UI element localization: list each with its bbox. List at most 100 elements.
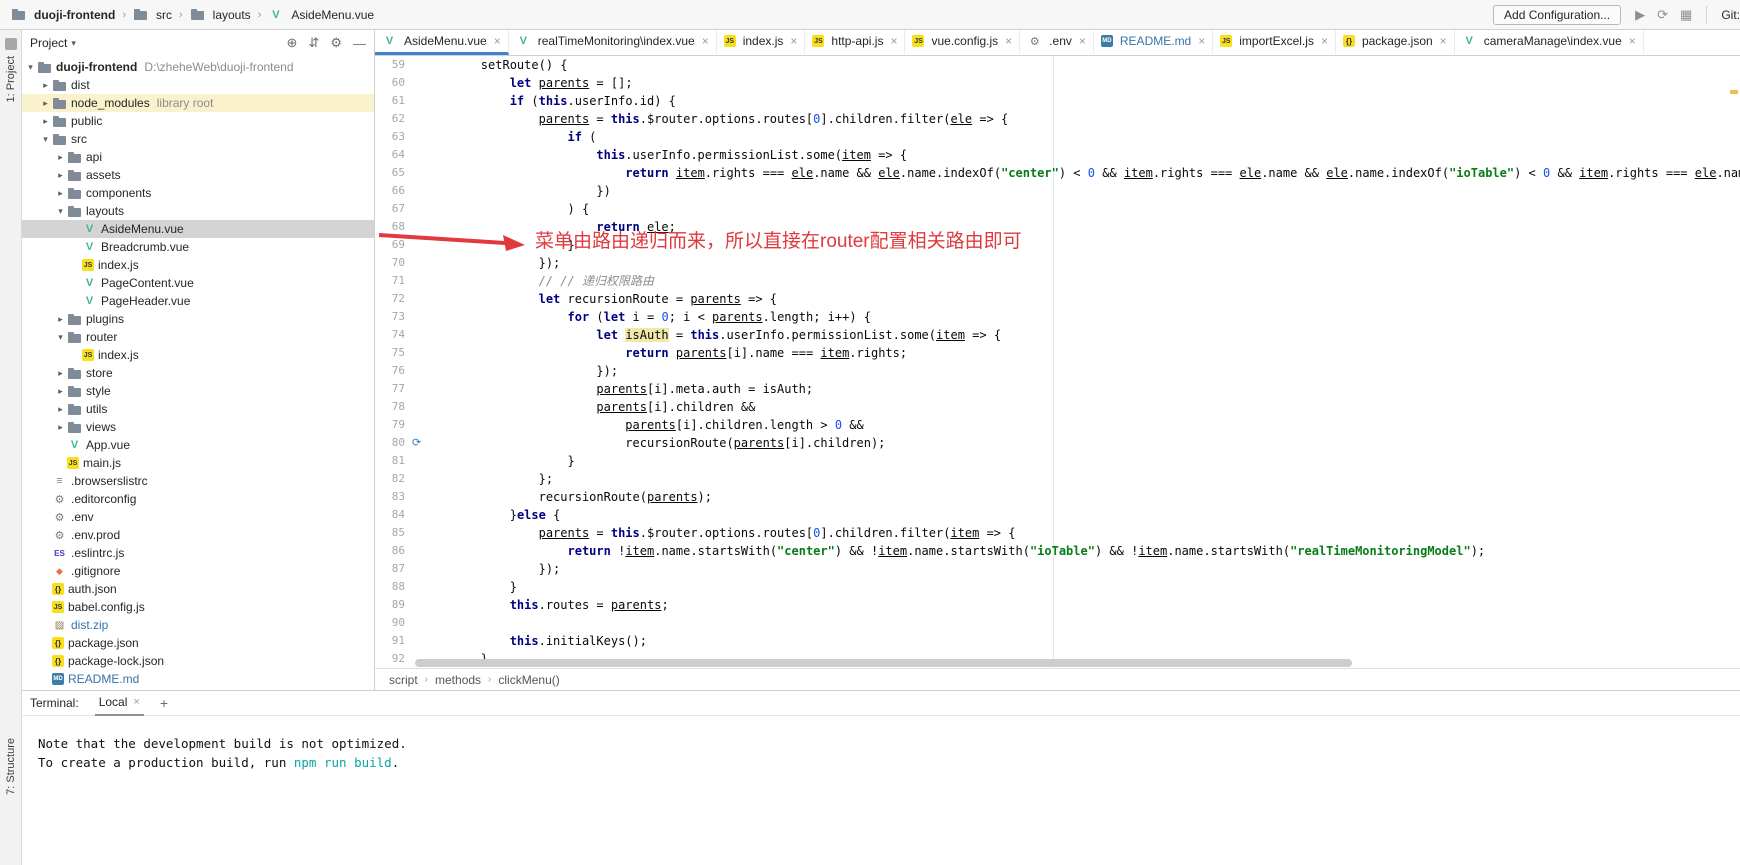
collapse-arrow-icon[interactable]: ▾ — [54, 206, 67, 217]
line-number[interactable]: 77 — [375, 380, 409, 398]
tree-item-main-js[interactable]: JSmain.js — [22, 454, 374, 472]
horizontal-scrollbar[interactable] — [415, 659, 1716, 667]
code-line-81[interactable]: 81 } — [375, 452, 1740, 470]
line-number[interactable]: 87 — [375, 560, 409, 578]
code-line-67[interactable]: 67 ) { — [375, 200, 1740, 218]
tree-item-index-js[interactable]: JSindex.js — [22, 256, 374, 274]
line-number[interactable]: 70 — [375, 254, 409, 272]
gear-icon[interactable]: ⚙ — [330, 35, 342, 51]
tree-item-plugins[interactable]: ▸plugins — [22, 310, 374, 328]
line-number[interactable]: 80 — [375, 434, 409, 452]
code-line-73[interactable]: 73 for (let i = 0; i < parents.length; i… — [375, 308, 1740, 326]
tree-item-pagecontent-vue[interactable]: VPageContent.vue — [22, 274, 374, 292]
tree-item-public[interactable]: ▸public — [22, 112, 374, 130]
tree-item-router[interactable]: ▾router — [22, 328, 374, 346]
code-line-82[interactable]: 82 }; — [375, 470, 1740, 488]
line-number[interactable]: 91 — [375, 632, 409, 650]
close-tab-icon[interactable]: × — [1079, 34, 1086, 48]
tree-item-pageheader-vue[interactable]: VPageHeader.vue — [22, 292, 374, 310]
tree-item-package-json[interactable]: {}package.json — [22, 634, 374, 652]
tree-item-eslintrc-js[interactable]: ES.eslintrc.js — [22, 544, 374, 562]
tree-item-auth-json[interactable]: {}auth.json — [22, 580, 374, 598]
breadcrumb-item-layouts[interactable]: layouts — [187, 7, 254, 23]
code-line-59[interactable]: 59 setRoute() { — [375, 56, 1740, 74]
close-tab-icon[interactable]: × — [1440, 34, 1447, 48]
editor-breadcrumb-script[interactable]: script — [389, 673, 418, 687]
line-number[interactable]: 75 — [375, 344, 409, 362]
code-line-74[interactable]: 74 let isAuth = this.userInfo.permission… — [375, 326, 1740, 344]
code-line-71[interactable]: 71 // // 递归权限路由 — [375, 272, 1740, 290]
tab-http-api-js[interactable]: JShttp-api.js× — [805, 30, 905, 55]
code-line-88[interactable]: 88 } — [375, 578, 1740, 596]
tree-item-store[interactable]: ▸store — [22, 364, 374, 382]
close-tab-icon[interactable]: × — [890, 34, 897, 48]
collapse-arrow-icon[interactable]: ▾ — [54, 332, 67, 343]
tree-item-browserslistrc[interactable]: ≡.browserslistrc — [22, 472, 374, 490]
code-line-85[interactable]: 85 parents = this.$router.options.routes… — [375, 524, 1740, 542]
tree-item-env-prod[interactable]: ⚙.env.prod — [22, 526, 374, 544]
warning-stripe-mark[interactable] — [1730, 90, 1738, 94]
code-line-79[interactable]: 79 parents[i].children.length > 0 && — [375, 416, 1740, 434]
line-number[interactable]: 72 — [375, 290, 409, 308]
editor[interactable]: 59 setRoute() {60 let parents = [];61 if… — [375, 56, 1740, 668]
line-number[interactable]: 79 — [375, 416, 409, 434]
line-number[interactable]: 84 — [375, 506, 409, 524]
code-line-63[interactable]: 63 if ( — [375, 128, 1740, 146]
line-number[interactable]: 88 — [375, 578, 409, 596]
tree-item-duoji-frontend[interactable]: ▾duoji-frontendD:\zheheWeb\duoji-fronten… — [22, 58, 374, 76]
breadcrumb-item-src[interactable]: src — [130, 7, 175, 23]
line-number[interactable]: 59 — [375, 56, 409, 74]
line-number[interactable]: 71 — [375, 272, 409, 290]
line-number[interactable]: 73 — [375, 308, 409, 326]
tree-item-gitignore[interactable]: ◆.gitignore — [22, 562, 374, 580]
tab-vue-config-js[interactable]: JSvue.config.js× — [905, 30, 1020, 55]
code-line-60[interactable]: 60 let parents = []; — [375, 74, 1740, 92]
line-number[interactable]: 67 — [375, 200, 409, 218]
stripe-structure-label[interactable]: 7: Structure — [5, 738, 17, 795]
recursive-call-gutter-icon[interactable]: ⟳ — [412, 434, 421, 452]
code-line-86[interactable]: 86 return !item.name.startsWith("center"… — [375, 542, 1740, 560]
expand-arrow-icon[interactable]: ▸ — [54, 314, 67, 325]
vertical-scrollbar[interactable] — [1728, 56, 1740, 668]
add-configuration-button[interactable]: Add Configuration... — [1493, 5, 1621, 25]
code-line-64[interactable]: 64 this.userInfo.permissionList.some(ite… — [375, 146, 1740, 164]
line-number[interactable]: 63 — [375, 128, 409, 146]
tree-item-package-lock-json[interactable]: {}package-lock.json — [22, 652, 374, 670]
expand-arrow-icon[interactable]: ▸ — [54, 386, 67, 397]
tree-item-components[interactable]: ▸components — [22, 184, 374, 202]
tab-asidemenu-vue[interactable]: VAsideMenu.vue× — [375, 30, 509, 55]
line-number[interactable]: 66 — [375, 182, 409, 200]
tree-item-src[interactable]: ▾src — [22, 130, 374, 148]
code-line-62[interactable]: 62 parents = this.$router.options.routes… — [375, 110, 1740, 128]
code-line-70[interactable]: 70 }); — [375, 254, 1740, 272]
scrollbar-thumb[interactable] — [415, 659, 1352, 667]
close-tab-icon[interactable]: × — [790, 34, 797, 48]
tab-readme-md[interactable]: MDREADME.md× — [1094, 30, 1213, 55]
code-line-61[interactable]: 61 if (this.userInfo.id) { — [375, 92, 1740, 110]
tree-item-dist-zip[interactable]: ▨dist.zip — [22, 616, 374, 634]
expand-arrow-icon[interactable]: ▸ — [54, 422, 67, 433]
tree-item-dist[interactable]: ▸dist — [22, 76, 374, 94]
expand-arrow-icon[interactable]: ▸ — [39, 98, 52, 109]
tree-item-assets[interactable]: ▸assets — [22, 166, 374, 184]
line-number[interactable]: 85 — [375, 524, 409, 542]
line-number[interactable]: 61 — [375, 92, 409, 110]
tab-cameramanage-index-vue[interactable]: VcameraManage\index.vue× — [1455, 30, 1644, 55]
line-number[interactable]: 81 — [375, 452, 409, 470]
locate-file-icon[interactable]: ⊕ — [287, 35, 298, 51]
tree-item-breadcrumb-vue[interactable]: VBreadcrumb.vue — [22, 238, 374, 256]
code-line-75[interactable]: 75 return parents[i].name === item.right… — [375, 344, 1740, 362]
editor-breadcrumb-clickmenu[interactable]: clickMenu() — [498, 673, 559, 687]
tree-item-index-js[interactable]: JSindex.js — [22, 346, 374, 364]
stripe-project-label[interactable]: 1: Project — [5, 56, 17, 102]
code-line-90[interactable]: 90 — [375, 614, 1740, 632]
terminal-tab-local[interactable]: Local × — [95, 691, 144, 716]
expand-arrow-icon[interactable]: ▸ — [54, 368, 67, 379]
breadcrumb-item-asidemenu-vue[interactable]: VAsideMenu.vue — [265, 7, 377, 23]
tree-item-layouts[interactable]: ▾layouts — [22, 202, 374, 220]
tree-item-readme-md[interactable]: MDREADME.md — [22, 670, 374, 688]
line-number[interactable]: 86 — [375, 542, 409, 560]
line-number[interactable]: 64 — [375, 146, 409, 164]
code-line-83[interactable]: 83 recursionRoute(parents); — [375, 488, 1740, 506]
tree-item-node-modules[interactable]: ▸node_moduleslibrary root — [22, 94, 374, 112]
